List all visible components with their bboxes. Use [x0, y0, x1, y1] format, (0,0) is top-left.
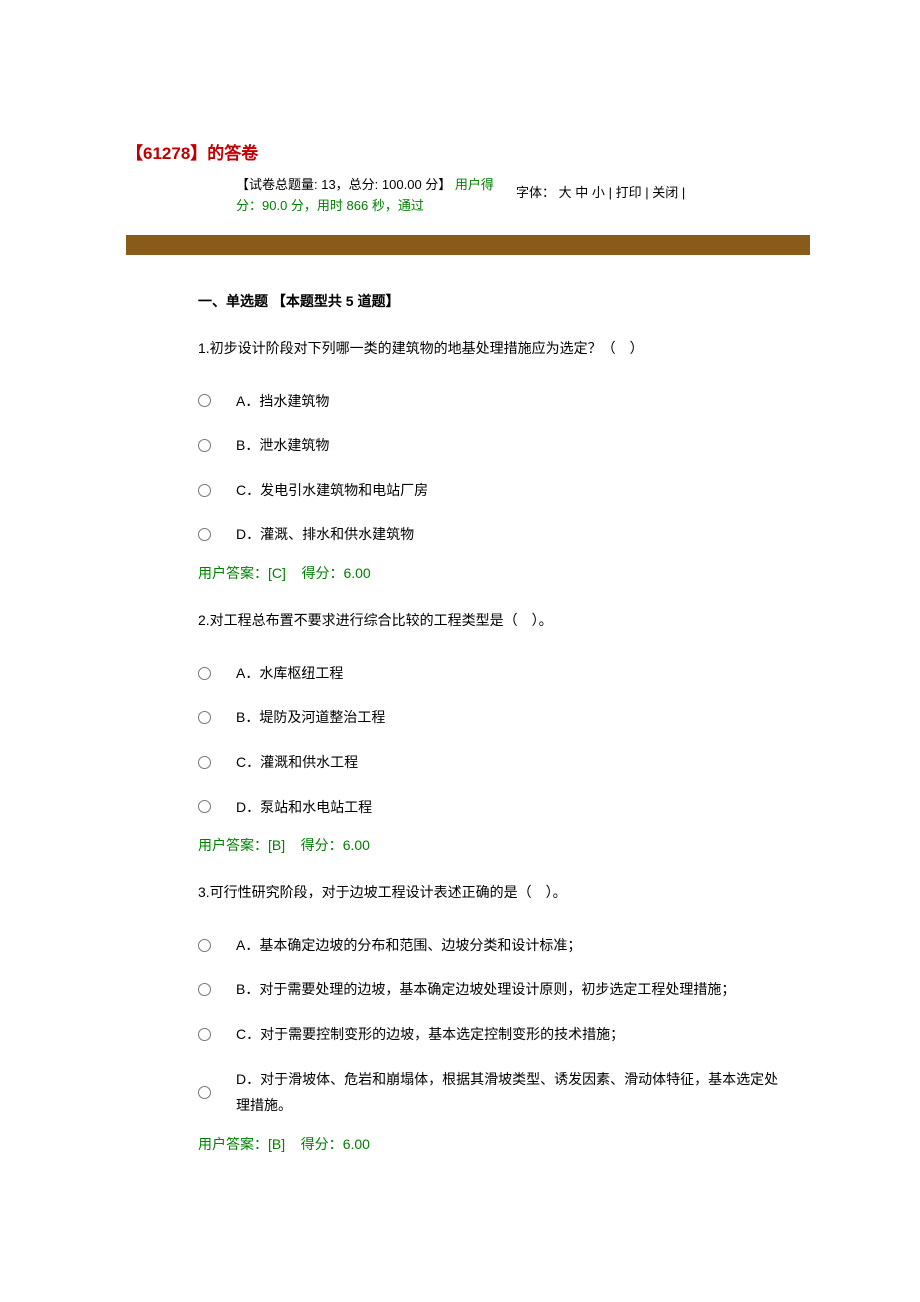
question-stem: 1.初步设计阶段对下列哪一类的建筑物的地基处理措施应为选定？（ ）	[198, 337, 790, 359]
question-3: 3.可行性研究阶段，对于边坡工程设计表述正确的是（ ）。 A．基本确定边坡的分布…	[198, 881, 790, 1155]
option-radio-d[interactable]	[198, 1086, 211, 1099]
sep-1: |	[609, 185, 616, 200]
score-value: 6.00	[343, 837, 370, 853]
print-link[interactable]: 打印	[616, 185, 642, 200]
close-link[interactable]: 关闭	[652, 185, 678, 200]
option-row: D．对于滑坡体、危岩和崩塌体，根据其滑坡类型、诱发因素、滑动体特征，基本选定处理…	[198, 1066, 790, 1119]
answer-label: 用户答案：	[198, 837, 268, 853]
option-radio-c[interactable]	[198, 756, 211, 769]
question-2: 2.对工程总布置不要求进行综合比较的工程类型是（ ）。 A．水库枢纽工程 B．堤…	[198, 609, 790, 856]
meta-row: 【试卷总题量: 13，总分: 100.00 分】 用户得 分：90.0 分，用时…	[126, 175, 810, 217]
option-radio-b[interactable]	[198, 439, 211, 452]
option-radio-c[interactable]	[198, 1028, 211, 1041]
option-row: C．对于需要控制变形的边坡，基本选定控制变形的技术措施；	[198, 1021, 790, 1048]
meta-user-2b: 90.0 分，用时 866 秒，通过	[262, 198, 424, 213]
section-title: 一、单选题 【本题型共 5 道题】	[198, 290, 790, 312]
option-row: D．灌溉、排水和供水建筑物	[198, 521, 790, 548]
main-content: 一、单选题 【本题型共 5 道题】 1.初步设计阶段对下列哪一类的建筑物的地基处…	[126, 290, 810, 1155]
answer-value: [B]	[268, 1136, 285, 1152]
meta-left: 【试卷总题量: 13，总分: 100.00 分】 用户得 分：90.0 分，用时…	[236, 175, 516, 217]
score-label: 得分：	[286, 565, 344, 581]
score-label: 得分：	[285, 837, 343, 853]
score-value: 6.00	[343, 565, 370, 581]
font-label: 字体：	[516, 185, 555, 200]
option-radio-c[interactable]	[198, 484, 211, 497]
option-row: A．基本确定边坡的分布和范围、边坡分类和设计标准；	[198, 932, 790, 959]
meta-total: 【试卷总题量: 13，总分: 100.00 分】	[236, 177, 451, 192]
font-size-small[interactable]: 小	[592, 185, 605, 200]
option-text: D．对于滑坡体、危岩和崩塌体，根据其滑坡类型、诱发因素、滑动体特征，基本选定处理…	[230, 1066, 790, 1119]
score-value: 6.00	[343, 1136, 370, 1152]
option-text: D．灌溉、排水和供水建筑物	[230, 521, 790, 548]
option-text: B．泄水建筑物	[230, 432, 790, 459]
answer-line: 用户答案：[C] 得分：6.00	[198, 562, 790, 584]
option-radio-d[interactable]	[198, 800, 211, 813]
option-text: A．挡水建筑物	[230, 388, 790, 415]
question-stem: 2.对工程总布置不要求进行综合比较的工程类型是（ ）。	[198, 609, 790, 631]
option-row: B．对于需要处理的边坡，基本确定边坡处理设计原则，初步选定工程处理措施；	[198, 976, 790, 1003]
option-text: C．对于需要控制变形的边坡，基本选定控制变形的技术措施；	[230, 1021, 790, 1048]
option-row: A．挡水建筑物	[198, 388, 790, 415]
option-radio-a[interactable]	[198, 939, 211, 952]
option-text: A．基本确定边坡的分布和范围、边坡分类和设计标准；	[230, 932, 790, 959]
option-row: B．泄水建筑物	[198, 432, 790, 459]
option-row: A．水库枢纽工程	[198, 660, 790, 687]
option-row: C．灌溉和供水工程	[198, 749, 790, 776]
option-row: B．堤防及河道整治工程	[198, 704, 790, 731]
answer-value: [C]	[268, 565, 286, 581]
option-row: C．发电引水建筑物和电站厂房	[198, 477, 790, 504]
sep-3: |	[682, 185, 685, 200]
meta-right: 字体： 大 中 小 | 打印 | 关闭 |	[516, 175, 810, 217]
question-1: 1.初步设计阶段对下列哪一类的建筑物的地基处理措施应为选定？（ ） A．挡水建筑…	[198, 337, 790, 584]
title-prefix: 【	[126, 144, 143, 163]
option-text: C．灌溉和供水工程	[230, 749, 790, 776]
option-text: D．泵站和水电站工程	[230, 794, 790, 821]
option-radio-b[interactable]	[198, 983, 211, 996]
option-radio-a[interactable]	[198, 667, 211, 680]
answer-line: 用户答案：[B] 得分：6.00	[198, 834, 790, 856]
option-radio-a[interactable]	[198, 394, 211, 407]
option-text: B．对于需要处理的边坡，基本确定边坡处理设计原则，初步选定工程处理措施；	[230, 976, 790, 1003]
font-size-medium[interactable]: 中	[575, 185, 588, 200]
answer-value: [B]	[268, 837, 285, 853]
page-title: 【61278】的答卷	[126, 140, 810, 167]
question-stem: 3.可行性研究阶段，对于边坡工程设计表述正确的是（ ）。	[198, 881, 790, 903]
option-radio-d[interactable]	[198, 528, 211, 541]
meta-user-2a: 分：	[236, 198, 262, 213]
answer-line: 用户答案：[B] 得分：6.00	[198, 1133, 790, 1155]
option-text: C．发电引水建筑物和电站厂房	[230, 477, 790, 504]
option-row: D．泵站和水电站工程	[198, 794, 790, 821]
title-id: 61278	[143, 144, 190, 163]
font-size-large[interactable]: 大	[559, 185, 572, 200]
answer-label: 用户答案：	[198, 1136, 268, 1152]
option-text: A．水库枢纽工程	[230, 660, 790, 687]
meta-user-1: 用户得	[455, 177, 494, 192]
option-text: B．堤防及河道整治工程	[230, 704, 790, 731]
score-label: 得分：	[285, 1136, 343, 1152]
divider-bar	[126, 235, 810, 255]
title-suffix: 】的答卷	[190, 144, 258, 163]
option-radio-b[interactable]	[198, 711, 211, 724]
answer-label: 用户答案：	[198, 565, 268, 581]
